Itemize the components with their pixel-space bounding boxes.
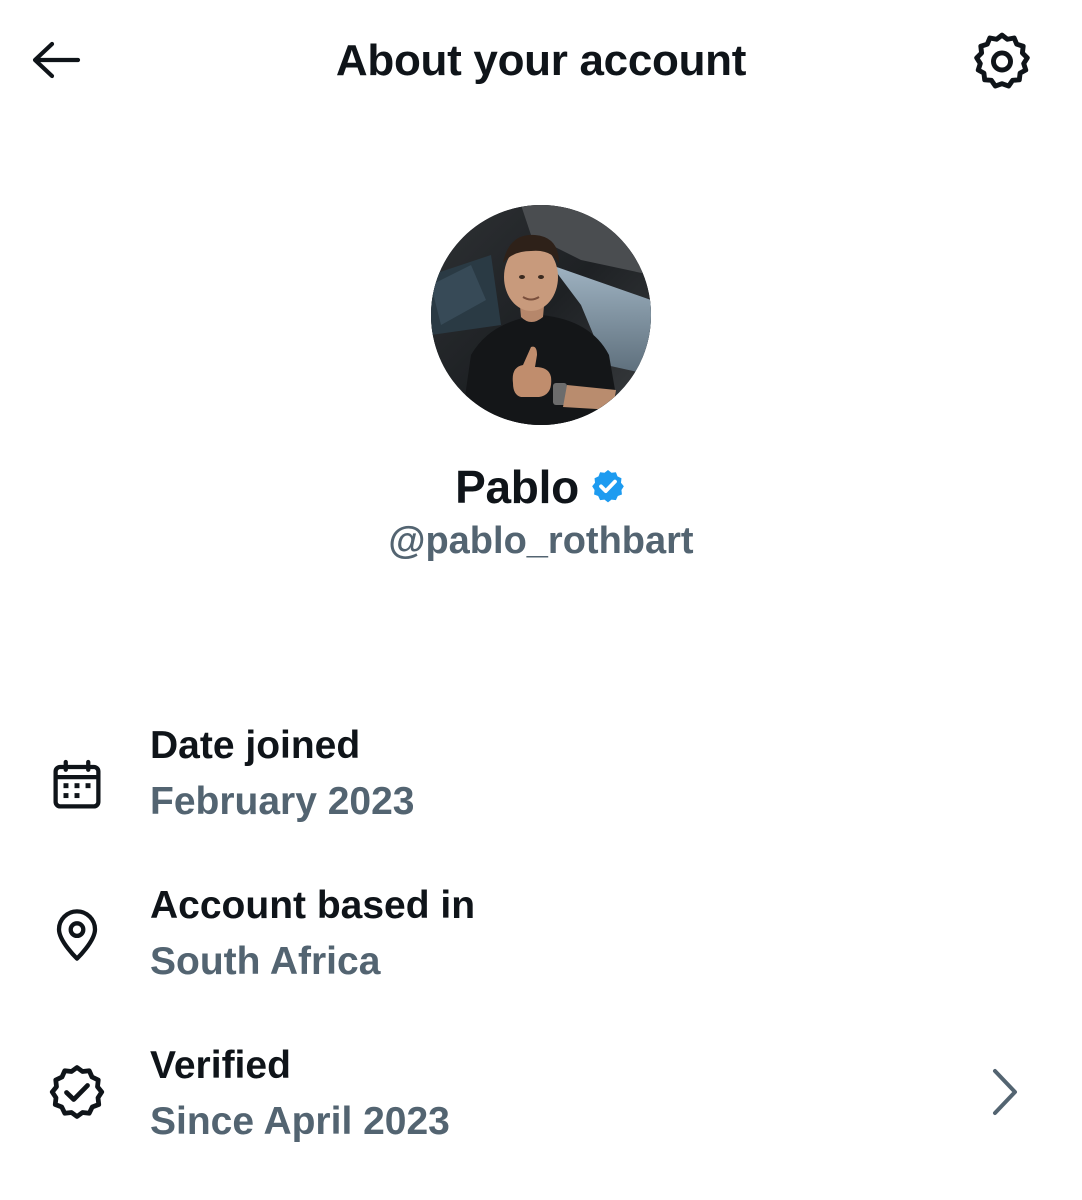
profile-photo (431, 205, 651, 425)
page-title: About your account (335, 36, 747, 85)
account-location-value: South Africa (150, 940, 381, 983)
row-icon-container (44, 902, 110, 968)
chevron-right-button[interactable] (976, 1062, 1032, 1122)
row-icon-container (44, 1060, 110, 1126)
verified-value: Since April 2023 (150, 1100, 450, 1143)
avatar[interactable] (431, 205, 651, 425)
top-bar: About your account (0, 0, 1082, 124)
gear-icon (974, 32, 1030, 89)
name-row: Pablo (0, 460, 1082, 514)
verified-label: Verified (150, 1044, 291, 1087)
verified-badge-icon (592, 470, 624, 503)
location-pin-icon (56, 909, 98, 961)
chevron-right-icon (993, 1069, 1017, 1115)
date-joined-value: February 2023 (150, 780, 415, 823)
username-handle: @pablo_rothbart (388, 520, 694, 562)
account-location-row: Account based in South Africa (0, 870, 1082, 1010)
verified-row[interactable]: Verified Since April 2023 (0, 1030, 1082, 1170)
display-name: Pablo (455, 461, 579, 513)
row-icon-container (44, 752, 110, 818)
date-joined-label: Date joined (150, 724, 361, 767)
settings-button[interactable] (966, 26, 1038, 98)
date-joined-row: Date joined February 2023 (0, 710, 1082, 850)
calendar-icon (53, 759, 101, 809)
verified-check-icon (49, 1065, 105, 1119)
account-location-label: Account based in (150, 884, 476, 927)
